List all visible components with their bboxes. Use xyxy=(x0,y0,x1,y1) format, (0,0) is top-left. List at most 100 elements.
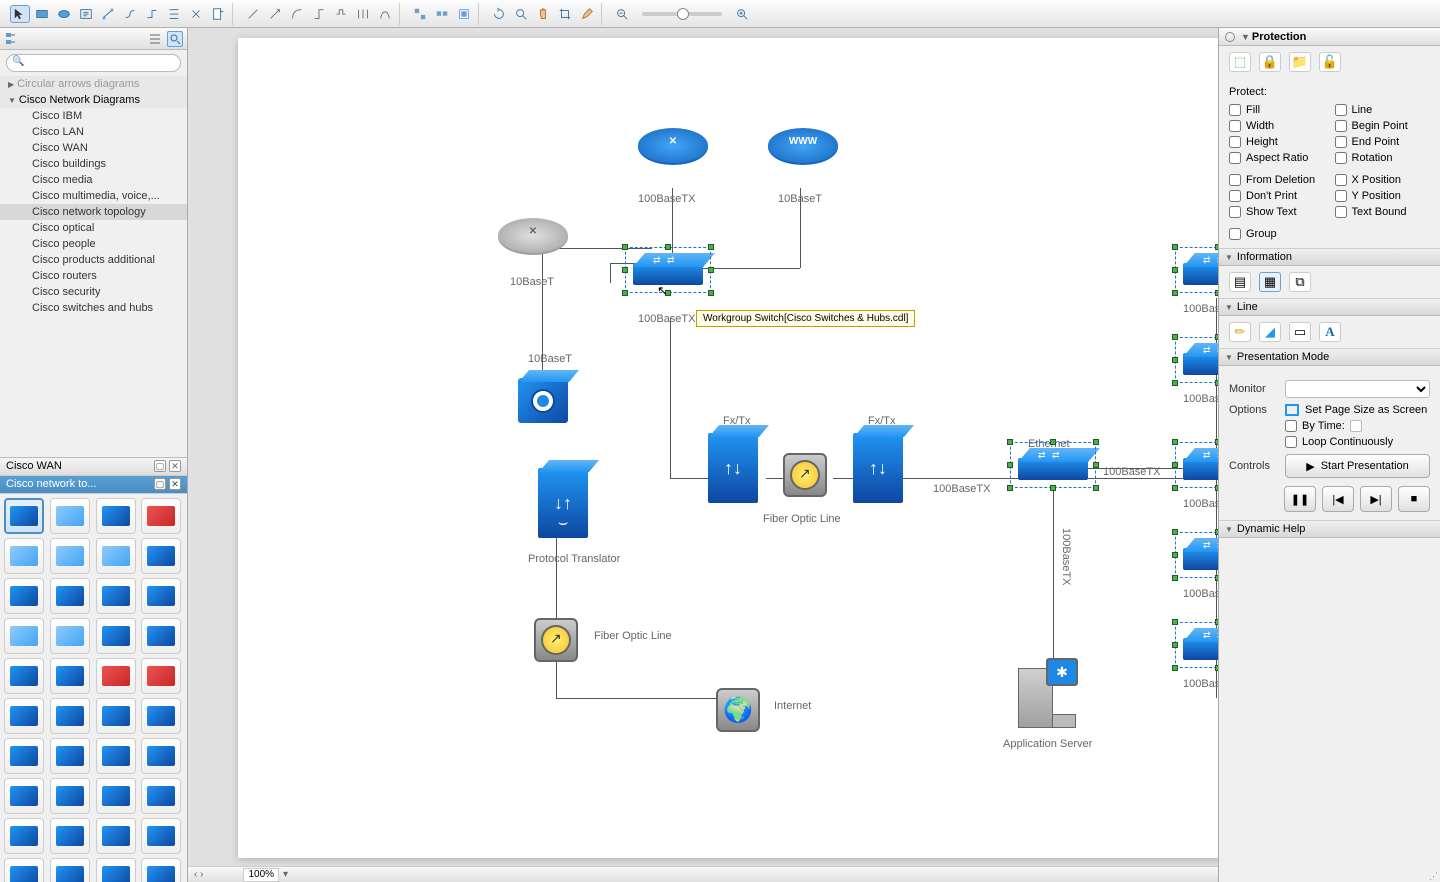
stencil-item[interactable] xyxy=(96,498,136,534)
stencil-item[interactable] xyxy=(96,698,136,734)
pause-button[interactable]: ❚❚ xyxy=(1284,486,1316,512)
protect-icon-1[interactable]: ⬚ xyxy=(1229,52,1251,72)
stencil-item[interactable] xyxy=(141,818,181,854)
protect-check[interactable]: Text Bound xyxy=(1335,206,1431,218)
protect-check[interactable]: Y Position xyxy=(1335,190,1431,202)
stencil-item[interactable] xyxy=(96,858,136,882)
protect-check[interactable]: Rotation xyxy=(1335,152,1431,164)
line-section[interactable]: Line xyxy=(1219,298,1440,316)
router-blue-shape[interactable]: ✕ xyxy=(638,128,708,178)
stencil-item[interactable] xyxy=(96,658,136,694)
stencil-item[interactable] xyxy=(141,778,181,814)
info-icon-3[interactable]: ⧉ xyxy=(1289,272,1311,292)
list-view-icon[interactable] xyxy=(147,31,163,47)
protect-check[interactable]: From Deletion xyxy=(1229,174,1325,186)
stencil-item[interactable] xyxy=(4,818,44,854)
protect-icon-3[interactable]: 📁 xyxy=(1289,52,1311,72)
tree-item[interactable]: Cisco security xyxy=(0,284,187,300)
align-tool-1[interactable] xyxy=(410,5,430,23)
line-tool-7[interactable] xyxy=(375,5,395,23)
connector-tool-2[interactable] xyxy=(120,5,140,23)
rotate-tool[interactable] xyxy=(489,5,509,23)
tree-item[interactable]: Cisco people xyxy=(0,236,187,252)
protect-check[interactable]: X Position xyxy=(1335,174,1431,186)
stencil-item[interactable] xyxy=(96,818,136,854)
stop-button[interactable]: ■ xyxy=(1398,486,1430,512)
stencil-item[interactable] xyxy=(4,498,44,534)
close-icon[interactable]: ✕ xyxy=(169,460,181,472)
stencil-item[interactable] xyxy=(50,738,90,774)
tree-group-cisco[interactable]: Cisco Network Diagrams xyxy=(0,92,187,108)
tree-item[interactable]: Cisco products additional xyxy=(0,252,187,268)
crop-tool[interactable] xyxy=(555,5,575,23)
page-tool[interactable] xyxy=(208,5,228,23)
protect-check[interactable]: Height xyxy=(1229,136,1325,148)
tree-item[interactable]: Cisco switches and hubs xyxy=(0,300,187,316)
protect-check[interactable]: Width xyxy=(1229,120,1325,132)
hand-tool[interactable] xyxy=(533,5,553,23)
stencil-item[interactable] xyxy=(4,538,44,574)
information-section[interactable]: Information xyxy=(1219,248,1440,266)
stencil-item[interactable] xyxy=(4,698,44,734)
stencil-item[interactable] xyxy=(141,858,181,882)
edit-tool[interactable] xyxy=(577,5,597,23)
stencil-palette[interactable] xyxy=(0,494,187,882)
rect-tool[interactable] xyxy=(32,5,52,23)
connector-tool-1[interactable] xyxy=(98,5,118,23)
fxtx2-shape[interactable]: ↑↓ xyxy=(853,433,903,503)
line-icon-3[interactable]: ▭ xyxy=(1289,322,1311,342)
protect-check[interactable]: Aspect Ratio xyxy=(1229,152,1325,164)
by-time-check[interactable]: By Time: xyxy=(1285,420,1430,432)
tree-item[interactable]: Cisco buildings xyxy=(0,156,187,172)
canvas-area[interactable]: ✕ 100BaseTX WWW 10BaseT ✕ 10BaseT 10Base… xyxy=(188,28,1218,882)
pointer-tool[interactable] xyxy=(10,5,30,23)
zoom-slider[interactable] xyxy=(642,12,722,16)
fiber-left-shape[interactable] xyxy=(534,618,578,662)
stencil-item[interactable] xyxy=(50,538,90,574)
protect-check[interactable]: Don't Print xyxy=(1229,190,1325,202)
stencil-item[interactable] xyxy=(96,538,136,574)
line-text-icon[interactable]: A xyxy=(1319,322,1341,342)
next-button[interactable]: ▶| xyxy=(1360,486,1392,512)
tree-item[interactable]: Cisco network topology xyxy=(0,204,187,220)
tree-group-circular[interactable]: Circular arrows diagrams xyxy=(0,76,187,92)
stencil-item[interactable] xyxy=(50,858,90,882)
drawing-canvas[interactable]: ✕ 100BaseTX WWW 10BaseT ✕ 10BaseT 10Base… xyxy=(238,38,1218,858)
stencil-item[interactable] xyxy=(141,578,181,614)
stencil-item[interactable] xyxy=(4,658,44,694)
stencil-item[interactable] xyxy=(50,658,90,694)
stencil-item[interactable] xyxy=(96,578,136,614)
stencil-item[interactable] xyxy=(50,618,90,654)
stencil-item[interactable] xyxy=(50,698,90,734)
tree-item[interactable]: Cisco media xyxy=(0,172,187,188)
radio-icon[interactable] xyxy=(1225,32,1235,42)
stencil-item[interactable] xyxy=(96,738,136,774)
zoom-display[interactable]: 100% xyxy=(243,868,279,882)
loop-check[interactable]: Loop Continuously xyxy=(1285,436,1430,448)
connector-tool-3[interactable] xyxy=(142,5,162,23)
stencil-item[interactable] xyxy=(141,538,181,574)
dock-icon[interactable]: ▢ xyxy=(154,460,166,472)
stencil-item[interactable] xyxy=(141,738,181,774)
line-tool-1[interactable] xyxy=(243,5,263,23)
cube-lens-shape[interactable] xyxy=(518,378,568,423)
tree-item[interactable]: Cisco multimedia, voice,... xyxy=(0,188,187,204)
protect-check[interactable]: Line xyxy=(1335,104,1431,116)
protect-lock-icon[interactable]: 🔒 xyxy=(1259,52,1281,72)
stencil-item[interactable] xyxy=(50,578,90,614)
stencil-item[interactable] xyxy=(141,698,181,734)
stencil-item[interactable] xyxy=(4,618,44,654)
column-switch-shape[interactable]: ⇄ ⇄ xyxy=(1183,353,1218,383)
stencil-item[interactable] xyxy=(141,498,181,534)
stencil-item[interactable] xyxy=(141,618,181,654)
stencil-item[interactable] xyxy=(50,498,90,534)
line-icon-1[interactable]: ✏ xyxy=(1229,322,1251,342)
resize-grip-icon[interactable]: ⋰ xyxy=(1429,871,1438,882)
app-server-shape[interactable]: ✱ xyxy=(1018,658,1078,728)
protect-icon-4[interactable]: 🔓 xyxy=(1319,52,1341,72)
router-gray-shape[interactable]: ✕ xyxy=(498,218,568,268)
tree-item[interactable]: Cisco WAN xyxy=(0,140,187,156)
library-search-input[interactable] xyxy=(6,54,181,72)
ellipse-tool[interactable] xyxy=(54,5,74,23)
start-presentation-button[interactable]: ▶ Start Presentation xyxy=(1285,454,1430,478)
